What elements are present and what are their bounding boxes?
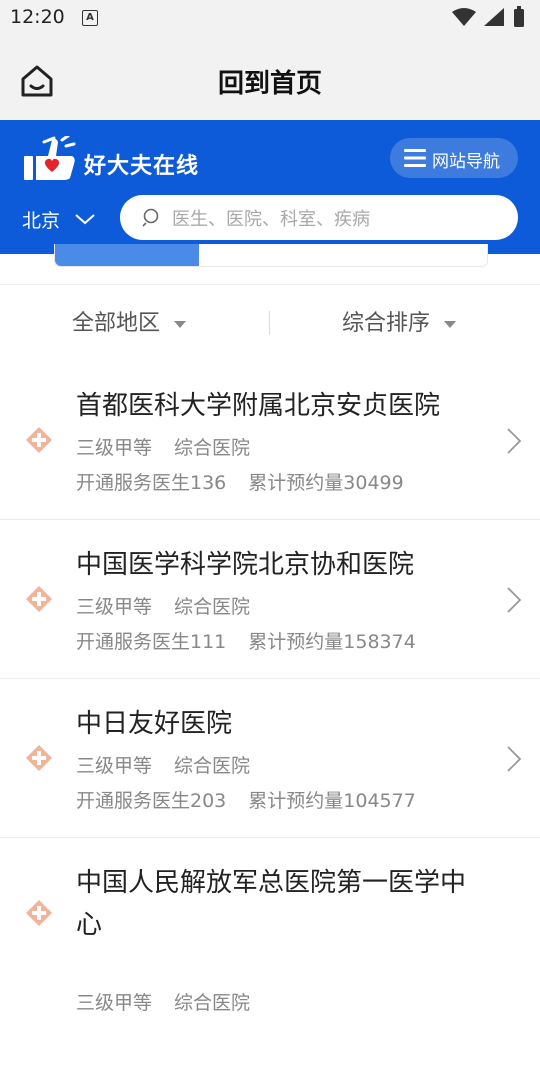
hospital-grade: 三级甲等: [76, 437, 153, 459]
hospital-stats: 开通服务医生111 累计预约量158374: [76, 627, 416, 654]
site-navigation-button[interactable]: 网站导航: [390, 138, 518, 178]
hospital-name: 中日友好医院: [76, 709, 233, 739]
hospital-name: 中国医学科学院北京协和医院: [76, 550, 415, 580]
hospital-meta: 三级甲等 综合医院: [76, 751, 250, 778]
hospital-cross-icon: [26, 745, 52, 771]
hospital-grade: 三级甲等: [76, 596, 153, 618]
doctor-count: 开通服务医生136: [76, 472, 227, 494]
hospital-list-item[interactable]: 首都医科大学附属北京安贞医院 三级甲等 综合医院 开通服务医生136 累计预约量30…: [0, 361, 540, 520]
chevron-right-icon: [507, 428, 522, 454]
chevron-right-icon: [507, 587, 522, 613]
filter-divider: [269, 311, 270, 335]
battery-icon: [514, 9, 524, 27]
region-filter-label: 全部地区: [72, 311, 161, 336]
hospital-cross-icon: [26, 900, 52, 926]
booking-count: 累计预约量30499: [248, 472, 404, 494]
site-navigation-label: 网站导航: [432, 152, 500, 172]
search-placeholder: 医生、医院、科室、疾病: [172, 209, 370, 230]
page-title: 回到首页: [217, 69, 322, 99]
thumbs-up-heart-logo-icon: [24, 136, 76, 180]
hospital-cross-icon: [26, 427, 52, 453]
status-time: 12:20: [10, 6, 65, 28]
search-input[interactable]: 医生、医院、科室、疾病: [120, 195, 518, 240]
hospital-meta: 三级甲等 综合医院: [76, 433, 250, 460]
hospital-list: 首都医科大学附属北京安贞医院 三级甲等 综合医院 开通服务医生136 累计预约量30…: [0, 361, 540, 1078]
hospital-grade: 三级甲等: [76, 755, 153, 777]
sort-filter[interactable]: 综合排序: [342, 305, 457, 337]
status-bar: 12:20 A: [0, 0, 540, 36]
brand-name: 好大夫在线: [84, 154, 200, 179]
hospital-list-item[interactable]: 中国医学科学院北京协和医院 三级甲等 综合医院 开通服务医生111 累计预约量158…: [0, 520, 540, 679]
hospital-type: 综合医院: [174, 437, 251, 459]
site-header: 好大夫在线 网站导航 北京 医生、医院、科室、疾病: [0, 120, 540, 254]
hospital-meta: 三级甲等 综合医院: [76, 988, 250, 1015]
search-icon: [142, 208, 159, 227]
booking-count: 累计预约量104577: [248, 790, 416, 812]
caret-down-icon: [174, 320, 187, 328]
menu-icon: [404, 149, 426, 167]
city-selector[interactable]: 北京: [22, 206, 60, 233]
hospital-name: 首都医科大学附属北京安贞医院: [76, 391, 441, 421]
caret-down-icon: [444, 320, 457, 328]
status-icons: [452, 6, 524, 27]
sort-filter-label: 综合排序: [342, 311, 431, 336]
active-tab-indicator: [55, 244, 199, 266]
hospital-cross-icon: [26, 586, 52, 612]
wifi-icon: [452, 8, 476, 26]
filter-bar: 全部地区 综合排序: [0, 284, 540, 362]
hospital-type: 综合医院: [174, 755, 251, 777]
hospital-grade: 三级甲等: [76, 992, 153, 1014]
title-bar: 回到首页: [0, 36, 540, 120]
hospital-list-item[interactable]: 中国人民解放军总医院第一医学中心 三级甲等 综合医院: [0, 838, 540, 1078]
hospital-stats: 开通服务医生136 累计预约量30499: [76, 468, 404, 495]
doctor-count: 开通服务医生203: [76, 790, 227, 812]
hospital-list-item[interactable]: 中日友好医院 三级甲等 综合医院 开通服务医生203 累计预约量104577: [0, 679, 540, 838]
chevron-right-icon: [507, 746, 522, 772]
tab-card-strip: [54, 244, 488, 267]
booking-count: 累计预约量158374: [248, 631, 416, 653]
hospital-name: 中国人民解放军总医院第一医学中心: [76, 868, 467, 940]
signal-icon: [484, 8, 504, 26]
hospital-meta: 三级甲等 综合医院: [76, 592, 250, 619]
region-filter[interactable]: 全部地区: [72, 305, 187, 337]
hospital-type: 综合医院: [174, 992, 251, 1014]
doctor-count: 开通服务医生111: [76, 631, 227, 653]
hospital-stats: 开通服务医生203 累计预约量104577: [76, 786, 416, 813]
notification-a-icon: A: [82, 10, 98, 26]
hospital-type: 综合医院: [174, 596, 251, 618]
chevron-down-icon[interactable]: [74, 212, 96, 226]
